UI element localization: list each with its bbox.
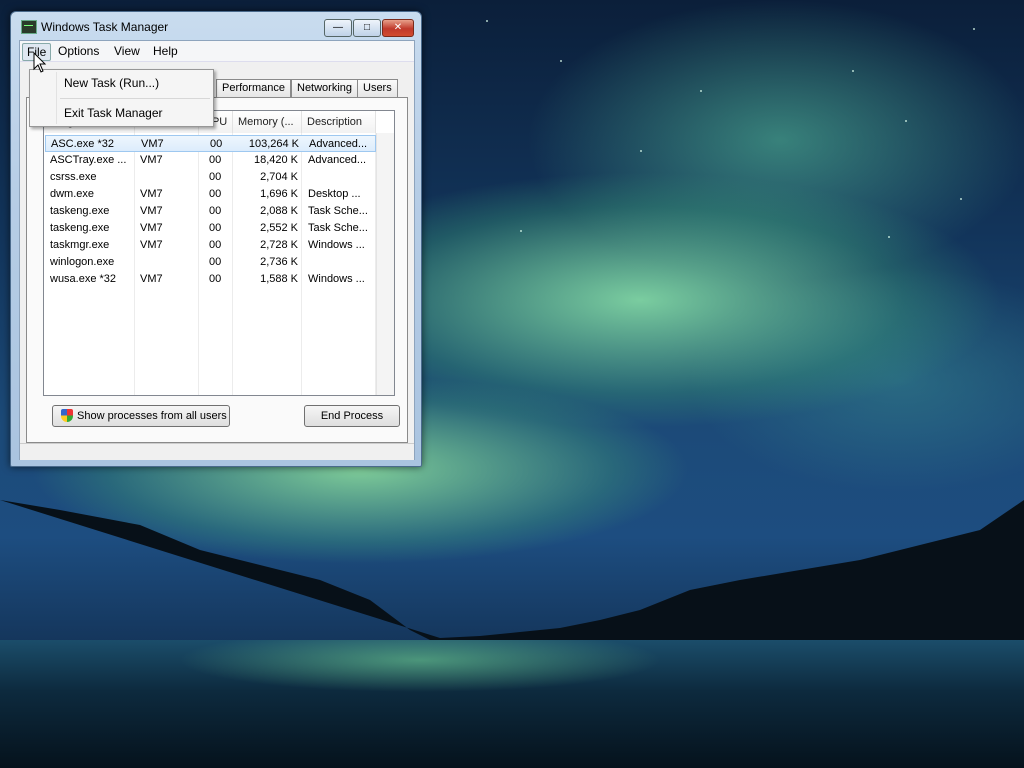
process-memory-cell: 103,264 K xyxy=(248,138,299,150)
process-name-cell: taskeng.exe xyxy=(50,205,110,217)
process-cpu-cell: 00 xyxy=(209,222,222,234)
process-description-cell: Windows ... xyxy=(308,239,365,251)
process-name-cell: dwm.exe xyxy=(50,188,95,200)
process-user-cell: VM7 xyxy=(141,138,164,150)
task-manager-icon xyxy=(21,20,37,34)
process-memory-cell: 1,588 K xyxy=(260,273,298,285)
process-description-cell: Advanced... xyxy=(308,154,367,166)
process-row[interactable]: taskeng.exe VM7 00 2,552 K Task Sche... xyxy=(45,220,376,237)
process-memory-cell: 2,704 K xyxy=(260,171,298,183)
process-name-cell: winlogon.exe xyxy=(50,256,115,268)
process-row[interactable]: ASCTray.exe ... VM7 00 18,420 K Advanced... xyxy=(45,152,376,169)
process-name-cell: taskmgr.exe xyxy=(50,239,110,251)
menu-options[interactable]: Options xyxy=(54,43,103,59)
show-all-processes-label: Show processes from all users xyxy=(77,410,227,422)
process-memory-cell: 2,736 K xyxy=(260,256,298,268)
process-cpu-cell: 00 xyxy=(210,138,223,150)
title-bar[interactable]: Windows Task Manager — □ ✕ xyxy=(11,12,421,38)
process-cpu-cell: 00 xyxy=(209,171,222,183)
process-cpu-cell: 00 xyxy=(209,188,222,200)
menu-item-new-task[interactable]: New Task (Run...) xyxy=(33,72,208,94)
processes-tab-panel: Image Name User Name CPU Memory (... Des… xyxy=(26,97,408,443)
vertical-scrollbar[interactable] xyxy=(376,133,394,395)
menu-bar: File Options View Help xyxy=(20,41,414,62)
process-description-cell: Task Sche... xyxy=(308,205,368,217)
minimize-button[interactable]: — xyxy=(324,19,352,37)
tab-users[interactable]: Users xyxy=(357,79,398,97)
maximize-button[interactable]: □ xyxy=(353,19,381,37)
process-user-cell: VM7 xyxy=(140,205,163,217)
process-row[interactable]: wusa.exe *32 VM7 00 1,588 K Windows ... xyxy=(45,271,376,288)
lake-reflection xyxy=(0,640,1024,768)
process-cpu-cell: 00 xyxy=(209,273,222,285)
process-user-cell: VM7 xyxy=(140,222,163,234)
process-memory-cell: 2,088 K xyxy=(260,205,298,217)
process-user-cell: VM7 xyxy=(140,188,163,200)
show-all-processes-button[interactable]: Show processes from all users xyxy=(52,405,230,427)
process-description-cell: Advanced... xyxy=(309,138,368,150)
process-description-cell: Windows ... xyxy=(308,273,365,285)
status-bar xyxy=(20,443,414,460)
process-description-cell xyxy=(308,169,376,186)
file-menu-dropdown: New Task (Run...) Exit Task Manager xyxy=(29,69,214,127)
process-row[interactable]: csrss.exe 00 2,704 K xyxy=(45,169,376,186)
process-name-cell: wusa.exe *32 xyxy=(50,273,117,285)
process-cpu-cell: 00 xyxy=(209,154,222,166)
process-memory-cell: 2,552 K xyxy=(260,222,298,234)
mouse-pointer-icon xyxy=(33,52,47,73)
window-title: Windows Task Manager xyxy=(41,20,169,34)
process-cpu-cell: 00 xyxy=(209,239,222,251)
tab-networking[interactable]: Networking xyxy=(291,79,359,97)
task-manager-window: Windows Task Manager — □ ✕ File Options … xyxy=(10,11,422,467)
process-description-cell: Desktop ... xyxy=(308,188,361,200)
process-memory-cell: 1,696 K xyxy=(260,188,298,200)
process-row[interactable]: winlogon.exe 00 2,736 K xyxy=(45,254,376,271)
end-process-button[interactable]: End Process xyxy=(304,405,400,427)
process-cpu-cell: 00 xyxy=(209,256,222,268)
menu-view[interactable]: View xyxy=(110,43,144,59)
process-description-cell xyxy=(308,254,376,271)
column-description[interactable]: Description xyxy=(302,111,376,133)
menu-item-new-task-label: New Task (Run...) xyxy=(64,76,160,90)
process-user-cell xyxy=(140,169,198,186)
menu-help[interactable]: Help xyxy=(149,43,182,59)
process-user-cell xyxy=(140,254,198,271)
process-memory-cell: 2,728 K xyxy=(260,239,298,251)
process-user-cell: VM7 xyxy=(140,239,163,251)
menu-item-exit-task-manager[interactable]: Exit Task Manager xyxy=(33,102,208,124)
process-user-cell: VM7 xyxy=(140,273,163,285)
menu-separator xyxy=(60,98,210,99)
process-row[interactable]: ASC.exe *32 VM7 00 103,264 K Advanced... xyxy=(45,135,376,152)
process-row[interactable]: taskeng.exe VM7 00 2,088 K Task Sche... xyxy=(45,203,376,220)
close-button[interactable]: ✕ xyxy=(382,19,414,37)
process-name-cell: taskeng.exe xyxy=(50,222,110,234)
menu-item-exit-label: Exit Task Manager xyxy=(64,106,163,120)
process-memory-cell: 18,420 K xyxy=(253,154,298,166)
column-memory[interactable]: Memory (... xyxy=(233,111,302,133)
process-row[interactable]: dwm.exe VM7 00 1,696 K Desktop ... xyxy=(45,186,376,203)
process-row[interactable]: taskmgr.exe VM7 00 2,728 K Windows ... xyxy=(45,237,376,254)
process-user-cell: VM7 xyxy=(140,154,163,166)
tab-performance[interactable]: Performance xyxy=(216,79,291,97)
process-cpu-cell: 00 xyxy=(209,205,222,217)
process-name-cell: csrss.exe xyxy=(50,171,97,183)
process-description-cell: Task Sche... xyxy=(308,222,368,234)
process-name-cell: ASC.exe *32 xyxy=(51,138,114,150)
process-name-cell: ASCTray.exe ... xyxy=(50,154,127,166)
process-list[interactable]: Image Name User Name CPU Memory (... Des… xyxy=(43,110,395,396)
uac-shield-icon xyxy=(61,409,73,422)
